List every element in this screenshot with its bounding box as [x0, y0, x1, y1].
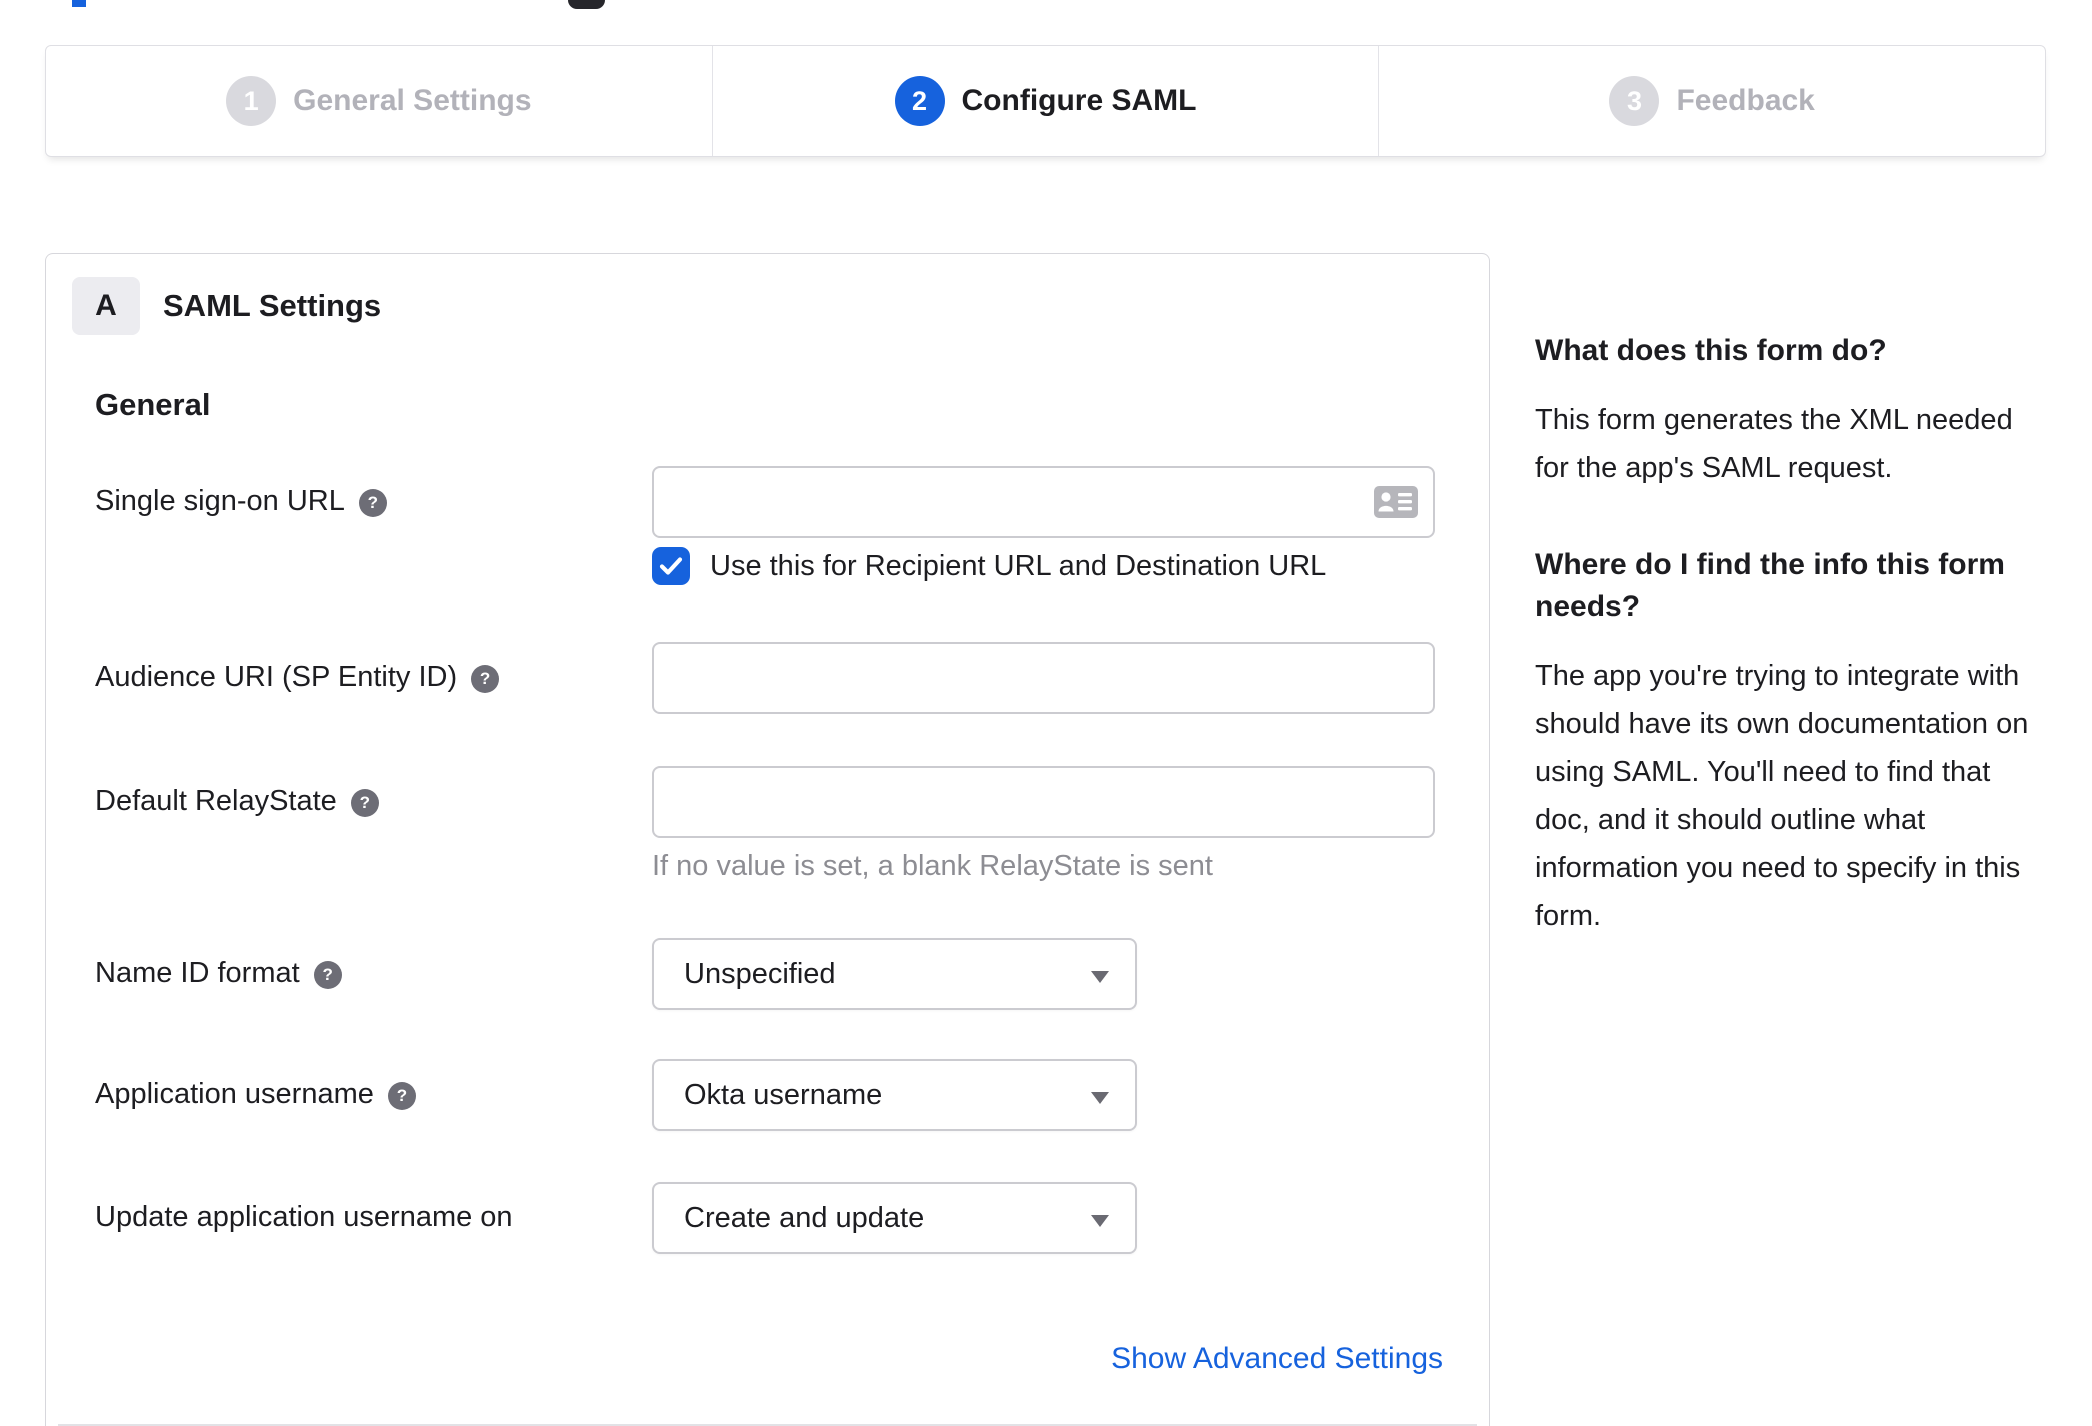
- sidebar-heading-what: What does this form do?: [1535, 334, 1887, 367]
- single-sign-on-url-label: Single sign-on URL: [95, 485, 345, 517]
- recipient-url-checkbox-label: Use this for Recipient URL and Destinati…: [710, 549, 1327, 582]
- audience-uri-input[interactable]: [652, 642, 1435, 714]
- row-name-id-format: Name ID format? Unspecified: [46, 938, 1489, 1010]
- configure-saml-screen: 1 General Settings 2 Configure SAML 3 Fe…: [0, 0, 2092, 1426]
- field-control-cell: Create and update: [652, 1182, 1137, 1254]
- field-control-cell: [652, 642, 1435, 714]
- field-control-cell: If no value is set, a blank RelayState i…: [652, 766, 1435, 883]
- default-relaystate-label: Default RelayState: [95, 785, 337, 817]
- step-general-settings[interactable]: 1 General Settings: [46, 46, 713, 156]
- help-icon[interactable]: ?: [471, 665, 500, 693]
- step-configure-saml[interactable]: 2 Configure SAML: [713, 46, 1380, 156]
- recipient-url-checkbox[interactable]: [652, 547, 690, 585]
- row-default-relaystate: Default RelayState? If no value is set, …: [46, 766, 1489, 883]
- field-label-cell: Name ID format?: [46, 938, 652, 991]
- panel-header: A SAML Settings: [72, 277, 1489, 335]
- application-username-label: Application username: [95, 1078, 374, 1110]
- field-label-cell: Single sign-on URL?: [46, 466, 652, 519]
- caret-down-icon: [1091, 1092, 1109, 1104]
- field-control-cell: Use this for Recipient URL and Destinati…: [652, 466, 1435, 585]
- row-single-sign-on-url: Single sign-on URL? Use this for Recipie…: [46, 466, 1489, 585]
- advanced-settings-row: Show Advanced Settings: [46, 1342, 1489, 1376]
- help-icon[interactable]: ?: [387, 1082, 416, 1110]
- update-application-username-label: Update application username on: [95, 1201, 513, 1233]
- sidebar-heading-where: Where do I find the info this form needs…: [1535, 548, 2005, 623]
- caret-down-icon: [1091, 1215, 1109, 1227]
- checkmark-icon: [659, 557, 683, 575]
- update-application-username-select[interactable]: Create and update: [652, 1182, 1137, 1254]
- name-id-format-label: Name ID format: [95, 957, 300, 989]
- row-application-username: Application username? Okta username: [46, 1059, 1489, 1131]
- application-username-value: Okta username: [684, 1078, 883, 1111]
- section-a-badge: A: [72, 277, 140, 335]
- step-1-number-badge: 1: [226, 76, 277, 126]
- single-sign-on-url-input[interactable]: [652, 466, 1435, 538]
- cutoff-blue-fragment: [72, 0, 86, 7]
- form-rows: Single sign-on URL? Use this for Recipie…: [46, 466, 1489, 1254]
- help-icon[interactable]: ?: [313, 961, 342, 989]
- sidebar-paragraph-what: This form generates the XML needed for t…: [1535, 404, 2013, 484]
- single-sign-on-url-input-wrap: [652, 466, 1435, 538]
- sidebar-paragraph-where: The app you're trying to integrate with …: [1535, 660, 2029, 932]
- field-control-cell: Okta username: [652, 1059, 1137, 1131]
- field-label-cell: Default RelayState?: [46, 766, 652, 819]
- help-icon[interactable]: ?: [358, 489, 387, 517]
- row-update-application-username: Update application username on Create an…: [46, 1182, 1489, 1254]
- application-username-select[interactable]: Okta username: [652, 1059, 1137, 1131]
- update-application-username-value: Create and update: [684, 1201, 925, 1234]
- field-label-cell: Application username?: [46, 1059, 652, 1112]
- step-1-label: General Settings: [293, 84, 532, 117]
- default-relaystate-input[interactable]: [652, 766, 1435, 838]
- wizard-stepper: 1 General Settings 2 Configure SAML 3 Fe…: [45, 45, 2046, 157]
- show-advanced-settings-link[interactable]: Show Advanced Settings: [1111, 1342, 1443, 1375]
- general-section-title: General: [95, 387, 211, 422]
- field-label-cell: Audience URI (SP Entity ID)?: [46, 642, 652, 695]
- panel-title: SAML Settings: [163, 288, 382, 323]
- contact-card-icon: [1374, 486, 1418, 518]
- step-2-label: Configure SAML: [961, 84, 1197, 117]
- caret-down-icon: [1091, 971, 1109, 983]
- step-2-number-badge: 2: [894, 76, 945, 126]
- name-id-format-select[interactable]: Unspecified: [652, 938, 1137, 1010]
- relaystate-hint-text: If no value is set, a blank RelayState i…: [652, 850, 1213, 882]
- field-control-cell: Unspecified: [652, 938, 1137, 1010]
- cutoff-dark-fragment: [568, 0, 605, 9]
- step-3-number-badge: 3: [1609, 76, 1660, 126]
- help-sidebar: What does this form do? This form genera…: [1535, 330, 2055, 992]
- step-feedback[interactable]: 3 Feedback: [1379, 46, 2045, 156]
- recipient-url-checkbox-row[interactable]: Use this for Recipient URL and Destinati…: [652, 547, 1435, 585]
- field-label-cell: Update application username on: [46, 1182, 652, 1235]
- row-audience-uri: Audience URI (SP Entity ID)?: [46, 642, 1489, 714]
- step-3-label: Feedback: [1676, 84, 1815, 117]
- saml-settings-panel: A SAML Settings General Single sign-on U…: [45, 253, 1490, 1426]
- help-icon[interactable]: ?: [350, 789, 379, 817]
- audience-uri-label: Audience URI (SP Entity ID): [95, 661, 458, 693]
- name-id-format-value: Unspecified: [684, 957, 836, 990]
